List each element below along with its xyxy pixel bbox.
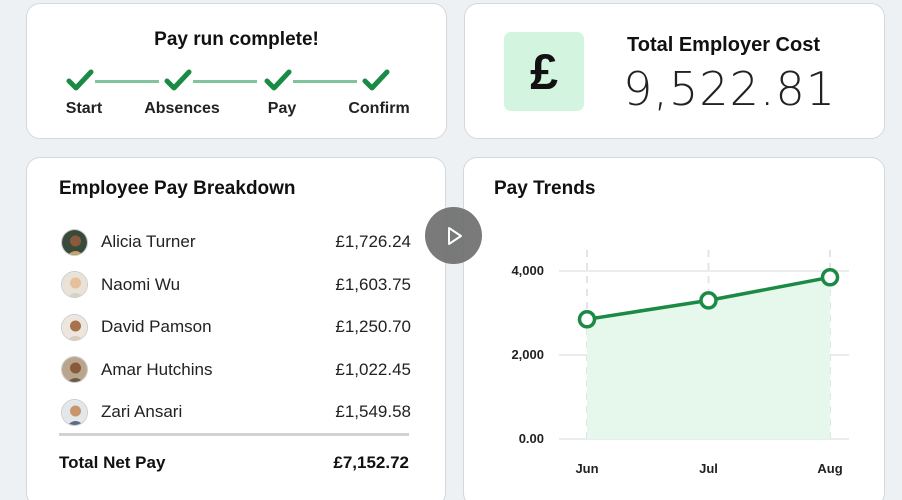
play-button[interactable] <box>425 207 482 264</box>
y-tick-label: 0.00 <box>519 431 544 446</box>
employee-amount: £1,549.58 <box>335 402 411 422</box>
employee-amount: £1,250.70 <box>335 317 411 337</box>
step-label-absences: Absences <box>144 100 220 117</box>
x-tick-label: Aug <box>817 461 842 476</box>
employee-name: Naomi Wu <box>101 274 181 294</box>
avatar <box>61 313 88 341</box>
total-net-pay-amount: £7,152.72 <box>333 453 409 472</box>
pound-icon: £ <box>504 32 584 111</box>
employee-list: Alicia Turner £1,726.24 Naomi Wu £1,603.… <box>61 221 411 434</box>
employer-cost-label: Total Employer Cost <box>627 34 820 56</box>
data-point <box>820 268 840 287</box>
step-label-start: Start <box>65 100 103 117</box>
list-item[interactable]: Naomi Wu £1,603.75 <box>61 264 411 307</box>
list-item[interactable]: David Pamson £1,250.70 <box>61 306 411 349</box>
pay-run-title: Pay run complete! <box>154 29 319 50</box>
avatar <box>61 228 88 256</box>
employer-cost-value: 9,522.81 <box>623 62 836 116</box>
avatar <box>61 398 88 426</box>
x-tick-label: Jun <box>575 461 598 476</box>
avatar <box>61 356 88 384</box>
pay-trends-chart: 0.00 2,000 4,000 Jun Jul Aug <box>511 250 849 476</box>
employer-cost-card: £ Total Employer Cost 9,522.81 <box>464 3 885 139</box>
step-connector <box>95 80 159 83</box>
step-connector <box>293 80 357 83</box>
employee-amount: £1,022.45 <box>335 359 411 379</box>
employee-pay-breakdown-card: Employee Pay Breakdown Alicia Turner £1,… <box>26 157 446 500</box>
employee-amount: £1,603.75 <box>335 274 411 294</box>
step-label-confirm: Confirm <box>348 100 410 117</box>
employee-name: Amar Hutchins <box>101 359 213 379</box>
step-confirm-check-icon <box>362 69 390 91</box>
step-start-check-icon <box>66 69 94 91</box>
list-item[interactable]: Zari Ansari £1,549.58 <box>61 391 411 434</box>
play-icon <box>447 226 462 245</box>
step-connector <box>193 80 257 83</box>
breakdown-title: Employee Pay Breakdown <box>59 178 296 199</box>
pay-run-card: Pay run complete! Start Absences Pay Con… <box>26 3 447 139</box>
step-label-pay: Pay <box>267 100 297 117</box>
employee-name: Zari Ansari <box>101 402 183 422</box>
x-tick-label: Jul <box>699 461 718 476</box>
y-tick-label: 2,000 <box>511 347 544 362</box>
list-item[interactable]: Amar Hutchins £1,022.45 <box>61 349 411 392</box>
employee-name: David Pamson <box>101 317 212 337</box>
pay-trends-card: Pay Trends 0.00 2,000 4,000 Jun Jul Aug <box>463 157 885 500</box>
pay-run-stepper <box>61 68 391 96</box>
avatar <box>61 271 88 299</box>
y-tick-label: 4,000 <box>511 263 544 278</box>
total-divider <box>59 433 409 436</box>
list-item[interactable]: Alicia Turner £1,726.24 <box>61 221 411 264</box>
data-point <box>577 310 597 329</box>
total-net-pay-label: Total Net Pay <box>59 453 166 472</box>
step-absences-check-icon <box>164 69 192 91</box>
employee-amount: £1,726.24 <box>335 232 411 252</box>
step-pay-check-icon <box>264 69 292 91</box>
data-point <box>699 291 718 310</box>
employee-name: Alicia Turner <box>101 232 196 252</box>
